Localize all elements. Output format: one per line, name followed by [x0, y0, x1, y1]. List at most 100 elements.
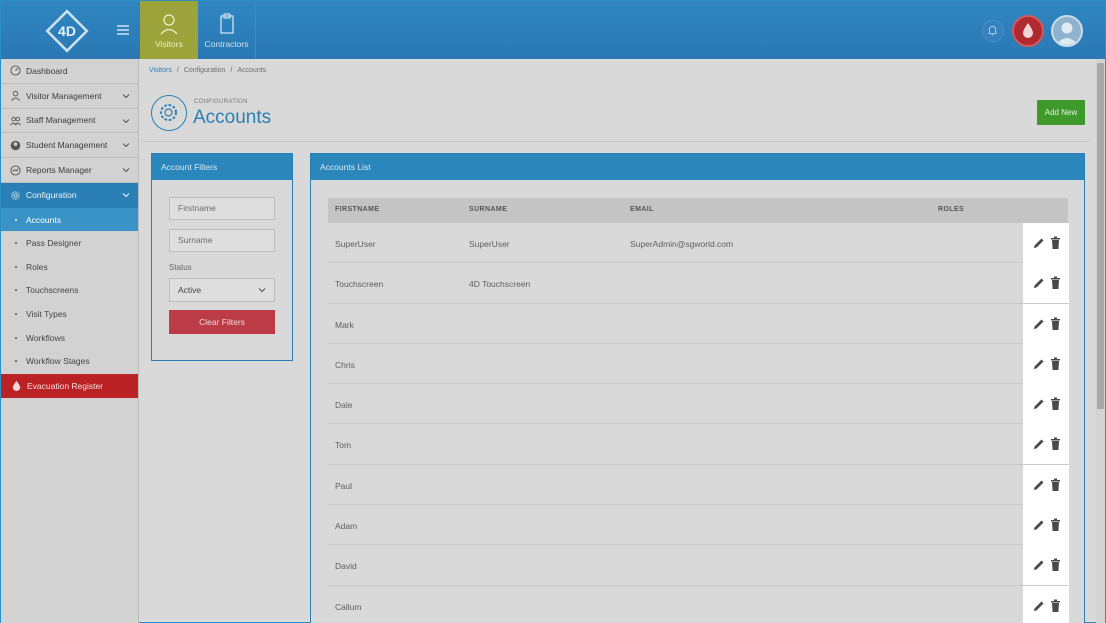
edit-icon[interactable]	[1032, 236, 1046, 250]
bullet	[15, 242, 17, 245]
cell-firstname: Paul	[335, 480, 353, 491]
top-bar: 4D Visitors Contractors	[1, 1, 1105, 59]
column-header-email[interactable]: EMAIL	[630, 206, 654, 213]
scrollbar-thumb[interactable]	[1097, 63, 1104, 409]
page-subtitle: CONFIGURATION	[194, 99, 248, 105]
drop-icon	[12, 381, 21, 392]
sidebar-item-evacuation-register[interactable]: Evacuation Register	[1, 373, 138, 398]
sidebar-subitem-label: Pass Designer	[26, 238, 82, 249]
edit-icon[interactable]	[1032, 397, 1046, 411]
row-actions	[1023, 424, 1069, 465]
sidebar-item-label: Configuration	[26, 190, 77, 201]
bell-icon	[988, 25, 997, 36]
clear-filters-button[interactable]: Clear Filters	[169, 310, 275, 334]
sidebar-subitem-touchscreens[interactable]: Touchscreens	[1, 279, 138, 303]
sidebar-subitem-accounts[interactable]: Accounts	[1, 207, 138, 232]
sidebar-subitem-label: Roles	[26, 261, 48, 272]
column-header-roles[interactable]: ROLES	[938, 206, 964, 213]
edit-icon[interactable]	[1032, 478, 1046, 492]
avatar[interactable]	[1051, 15, 1083, 47]
firstname-input[interactable]: Firstname	[169, 197, 275, 220]
cell-firstname: Dale	[335, 400, 353, 411]
edit-icon[interactable]	[1032, 437, 1046, 451]
notifications-button[interactable]	[982, 20, 1004, 42]
table-row: Paul	[328, 464, 1069, 506]
edit-icon[interactable]	[1032, 357, 1046, 371]
sidebar-item-label: Evacuation Register	[27, 380, 104, 391]
sidebar-subitem-roles[interactable]: Roles	[1, 255, 138, 279]
menu-toggle-icon[interactable]	[117, 25, 129, 35]
cell-firstname: Adam	[335, 521, 358, 532]
tab-visitors[interactable]: Visitors	[140, 1, 198, 59]
edit-icon[interactable]	[1032, 317, 1046, 331]
sidebar-subitem-visit-types[interactable]: Visit Types	[1, 302, 138, 326]
edit-icon[interactable]	[1032, 276, 1046, 290]
person-icon	[160, 14, 178, 35]
account-filters-panel: Account Filters Firstname Surname Status…	[151, 153, 293, 361]
scrollbar[interactable]	[1096, 59, 1105, 623]
trash-icon[interactable]	[1050, 478, 1061, 492]
trash-icon[interactable]	[1050, 518, 1061, 532]
sidebar-subitem-label: Accounts	[26, 214, 61, 225]
table-row: Chris	[328, 343, 1069, 385]
row-actions	[1023, 303, 1069, 344]
trash-icon[interactable]	[1050, 397, 1061, 411]
add-new-button[interactable]: Add New	[1037, 100, 1085, 125]
bullet	[15, 312, 17, 315]
trash-icon[interactable]	[1050, 357, 1061, 371]
edit-icon[interactable]	[1032, 599, 1046, 613]
edit-icon[interactable]	[1032, 518, 1046, 532]
breadcrumb-configuration[interactable]: Configuration	[184, 67, 226, 74]
sidebar-item-configuration[interactable]: Configuration	[1, 182, 138, 208]
sidebar-subitem-workflows[interactable]: Workflows	[1, 326, 138, 350]
sidebar-item-dashboard[interactable]: Dashboard	[1, 59, 138, 84]
table-row: Adam	[328, 505, 1069, 546]
logo[interactable]: 4D	[45, 9, 89, 53]
sidebar-item-student-management[interactable]: Student Management	[1, 133, 138, 159]
sidebar-subitem-label: Workflows	[26, 332, 66, 343]
table-row: Callum	[328, 585, 1069, 623]
table-row: Touchscreen 4D Touchscreen	[328, 263, 1069, 304]
surname-input[interactable]: Surname	[169, 229, 275, 252]
evacuation-button[interactable]	[1012, 15, 1044, 47]
table-row: Tom	[328, 424, 1069, 465]
sidebar-subitem-pass-designer[interactable]: Pass Designer	[1, 231, 138, 255]
sidebar-item-staff-management[interactable]: Staff Management	[1, 109, 138, 134]
row-actions	[1023, 464, 1069, 505]
cell-firstname: SuperUser	[335, 239, 376, 249]
gear-icon	[160, 104, 177, 121]
sidebar-item-visitor-management[interactable]: Visitor Management	[1, 84, 138, 109]
column-header-surname[interactable]: SURNAME	[469, 206, 507, 213]
trash-icon[interactable]	[1050, 558, 1061, 572]
tab-contractors[interactable]: Contractors	[198, 1, 256, 59]
page-gear-icon	[151, 95, 187, 131]
row-actions	[1023, 384, 1069, 425]
bullet	[15, 336, 17, 339]
row-actions	[1023, 223, 1069, 263]
panel-title: Account Filters	[152, 154, 292, 180]
trash-icon[interactable]	[1050, 317, 1061, 331]
group-icon	[10, 116, 21, 126]
drop-icon	[1023, 23, 1033, 38]
dashboard-icon	[10, 65, 21, 76]
reports-icon	[10, 165, 21, 176]
breadcrumb-visitors[interactable]: Visitors	[149, 67, 172, 74]
page-title: Accounts	[193, 107, 272, 128]
column-header-firstname[interactable]: FIRSTNAME	[335, 206, 379, 213]
trash-icon[interactable]	[1050, 599, 1061, 613]
trash-icon[interactable]	[1050, 437, 1061, 451]
table-row: Dale	[328, 384, 1069, 425]
cell-firstname: Chris	[335, 359, 355, 370]
svg-text:4D: 4D	[58, 23, 76, 39]
trash-icon[interactable]	[1050, 276, 1061, 290]
sidebar-item-label: Staff Management	[26, 115, 96, 126]
trash-icon[interactable]	[1050, 236, 1061, 250]
cell-firstname: Tom	[335, 440, 352, 451]
table-header: FIRSTNAME SURNAME EMAIL ROLES	[328, 198, 1068, 223]
sidebar-item-reports-manager[interactable]: Reports Manager	[1, 158, 138, 183]
bullet	[15, 265, 17, 268]
status-select[interactable]: Active	[169, 278, 275, 302]
table-row: SuperUser SuperUser SuperAdmin@sgworld.com	[328, 223, 1069, 264]
edit-icon[interactable]	[1032, 558, 1046, 572]
sidebar-subitem-workflow-stages[interactable]: Workflow Stages	[1, 349, 138, 373]
